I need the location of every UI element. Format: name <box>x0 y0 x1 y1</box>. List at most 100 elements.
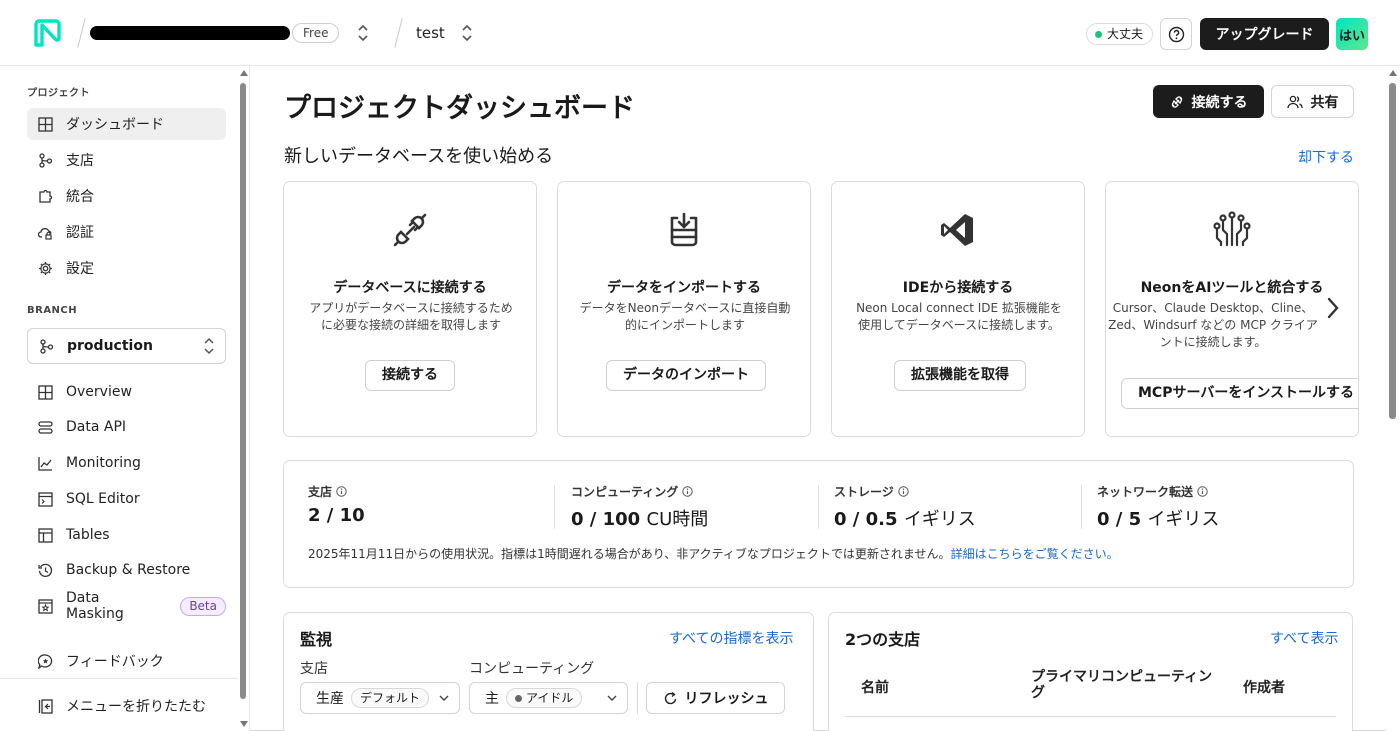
sidebar-item-tables[interactable]: Tables <box>27 519 226 551</box>
metric-label: ネットワーク転送 <box>1097 485 1194 499</box>
chevron-updown-icon <box>204 337 214 355</box>
sidebar-item-label: Monitoring <box>66 455 141 471</box>
chevron-right-icon <box>1327 297 1339 319</box>
import-data-button[interactable]: データのインポート <box>606 360 766 391</box>
card-description: Cursor、Claude Desktop、Cline、Zed、Windsurf… <box>1108 301 1318 349</box>
table-header-divider <box>845 716 1336 717</box>
main-scrollbar[interactable] <box>1386 66 1400 731</box>
monitoring-branch-select[interactable]: 生産 デフォルト <box>300 682 460 714</box>
organization-name-redacted[interactable] <box>90 26 290 40</box>
monitoring-compute-select[interactable]: 主 アイドル <box>469 682 628 714</box>
puzzle-icon <box>39 189 53 203</box>
project-name[interactable]: test <box>416 24 445 42</box>
gear-icon <box>39 261 52 275</box>
system-status-text: 大丈夫 <box>1107 27 1144 41</box>
column-header-primary-compute[interactable]: プライマリコンピューティング <box>1031 669 1221 701</box>
metric-value: 2 / 10 <box>308 505 365 526</box>
connect-button[interactable]: 接続する <box>1153 85 1264 118</box>
sidebar-item-sql-editor[interactable]: SQL Editor <box>27 483 226 515</box>
sidebar-item-feedback[interactable]: フィードバック <box>27 645 226 677</box>
card-title: データをインポートする <box>607 280 761 296</box>
sidebar-item-dashboard[interactable]: ダッシュボード <box>27 108 226 140</box>
sidebar-divider <box>0 678 238 679</box>
sidebar-item-label: SQL Editor <box>66 491 140 507</box>
scrollbar-thumb[interactable] <box>1389 83 1396 419</box>
collapse-sidebar-icon <box>38 698 53 714</box>
view-all-branches-link[interactable]: すべて表示 <box>1270 628 1338 648</box>
refresh-icon <box>664 691 676 704</box>
refresh-button[interactable]: リフレッシュ <box>646 682 785 714</box>
dismiss-link[interactable]: 却下する <box>1298 147 1354 167</box>
card-title: IDEから接続する <box>902 280 1014 296</box>
table-icon <box>38 527 53 543</box>
upgrade-button[interactable]: アップグレード <box>1200 18 1329 50</box>
metric-unit: イギリス <box>903 509 976 530</box>
scrollbar-thumb[interactable] <box>240 83 246 699</box>
column-header-name[interactable]: 名前 <box>861 677 889 697</box>
sidebar-item-label: 認証 <box>66 225 94 241</box>
share-button[interactable]: 共有 <box>1271 85 1354 118</box>
user-avatar[interactable]: はい <box>1336 18 1368 50</box>
sidebar-item-overview[interactable]: Overview <box>27 376 226 408</box>
info-icon[interactable] <box>682 486 693 497</box>
sidebar-item-auth[interactable]: 認証 <box>27 216 226 248</box>
metric-divider <box>1081 485 1082 529</box>
refresh-button-label: リフレッシュ <box>684 691 769 707</box>
sidebar: プロジェクト ダッシュボード 支店 統合 認証 設定 BRANCH produc… <box>0 66 250 731</box>
sidebar-item-integrations[interactable]: 統合 <box>27 180 226 212</box>
card-connect-button[interactable]: 接続する <box>365 360 455 391</box>
metric-divider <box>554 485 555 529</box>
scroll-down-arrow-icon[interactable] <box>240 721 248 727</box>
select-value: 生産 <box>316 691 344 707</box>
sidebar-item-backup-restore[interactable]: Backup & Restore <box>27 554 226 586</box>
collapse-menu-button[interactable]: メニューを折りたたむ <box>27 690 226 722</box>
sidebar-item-label: Overview <box>66 384 132 400</box>
system-status-badge[interactable]: 大丈夫 <box>1086 23 1154 45</box>
scroll-up-arrow-icon[interactable] <box>240 70 248 76</box>
beta-badge: Beta <box>180 596 226 616</box>
help-button[interactable] <box>1160 18 1192 50</box>
sidebar-item-data-masking[interactable]: Data Masking Beta <box>27 590 226 622</box>
monitoring-title: 監視 <box>300 630 333 649</box>
get-extension-button[interactable]: 拡張機能を取得 <box>894 360 1026 391</box>
org-switcher-chevron-icon[interactable] <box>356 22 370 44</box>
sidebar-item-label: フィードバック <box>66 654 164 670</box>
idle-chip-label: アイドル <box>526 691 574 705</box>
scroll-up-arrow-icon[interactable] <box>1389 70 1397 76</box>
neon-logo-icon[interactable] <box>33 19 62 48</box>
chevron-down-icon <box>607 695 617 701</box>
branch-selector[interactable]: production <box>27 328 226 364</box>
sidebar-item-label: メニューを折りたたむ <box>66 699 206 715</box>
sidebar-item-branches[interactable]: 支店 <box>27 144 226 176</box>
compute-field-label: コンピューティング <box>469 661 595 677</box>
info-icon[interactable] <box>898 486 909 497</box>
cloud-lock-icon <box>38 227 52 240</box>
star-box-icon <box>38 598 53 614</box>
vscode-icon <box>941 214 973 246</box>
view-all-metrics-link[interactable]: すべての指標を表示 <box>669 628 793 648</box>
monitoring-panel: 監視 すべての指標を表示 支店 コンピューティング 生産 デフォルト 主 アイド… <box>283 612 814 731</box>
sidebar-item-label: ダッシュボード <box>66 117 164 133</box>
column-header-created-by[interactable]: 作成者 <box>1243 677 1285 697</box>
sidebar-item-label: Backup & Restore <box>66 562 191 578</box>
chevron-down-icon <box>439 695 449 701</box>
metric-value: 0 / 0.5 <box>834 509 898 530</box>
info-icon[interactable] <box>336 486 347 497</box>
branch-selector-value: production <box>67 338 153 354</box>
feedback-icon <box>38 653 53 669</box>
sidebar-scrollbar[interactable] <box>238 66 248 731</box>
top-bar: Free test 大丈夫 アップグレード はい <box>0 0 1400 66</box>
terminal-icon <box>38 491 53 507</box>
sidebar-item-monitoring[interactable]: Monitoring <box>27 447 226 479</box>
info-icon[interactable] <box>1197 486 1208 497</box>
branch-field-label: 支店 <box>300 661 328 677</box>
history-icon <box>38 563 53 577</box>
sidebar-item-settings[interactable]: 設定 <box>27 252 226 284</box>
project-switcher-chevron-icon[interactable] <box>460 22 474 44</box>
install-mcp-server-button[interactable]: MCPサーバーをインストールする <box>1121 378 1358 409</box>
usage-details-link[interactable]: 詳細はこちらをご覧ください。 <box>951 547 1119 561</box>
sidebar-item-data-api[interactable]: Data API <box>27 411 226 443</box>
carousel-next-button[interactable] <box>1321 292 1345 324</box>
question-circle-icon <box>1168 26 1184 42</box>
sidebar-item-label: 統合 <box>66 189 94 205</box>
